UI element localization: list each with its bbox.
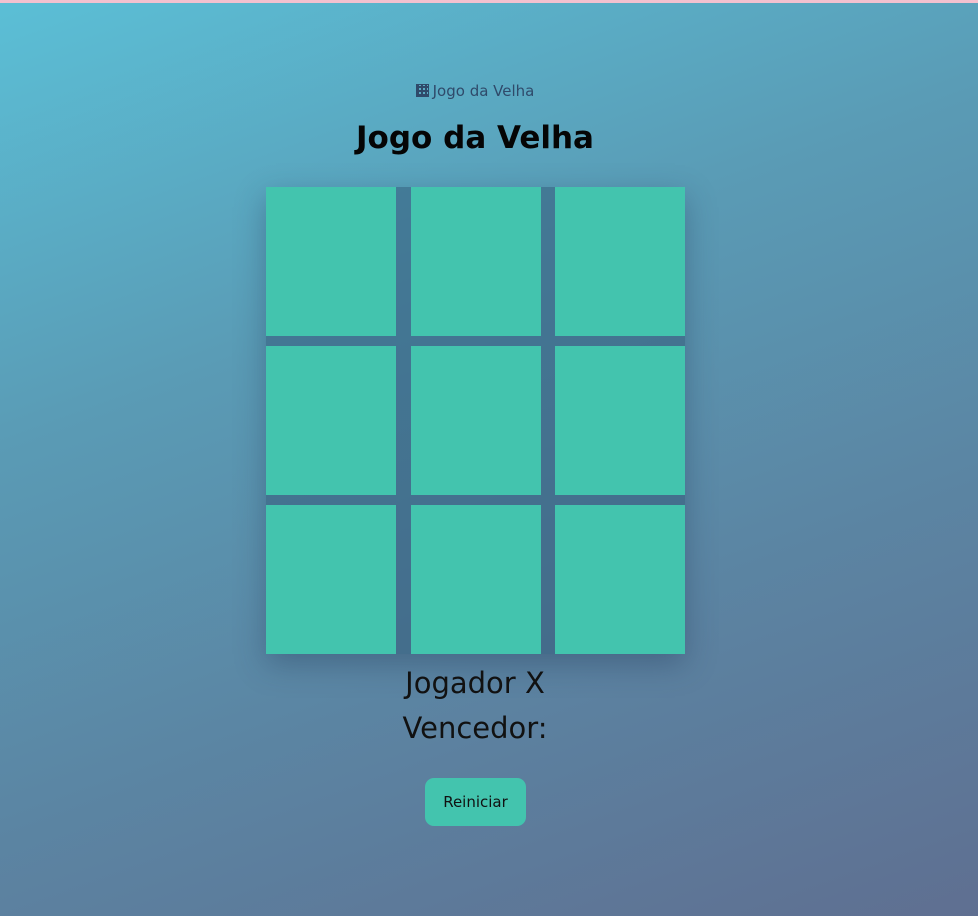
reset-button[interactable]: Reiniciar xyxy=(425,778,526,826)
board-cell-3[interactable] xyxy=(555,187,685,336)
board-cell-5[interactable] xyxy=(410,346,541,495)
game-board xyxy=(266,187,685,654)
top-border xyxy=(0,0,978,3)
page-header-link[interactable]: Jogo da Velha xyxy=(0,82,950,100)
winner-status: Vencedor: xyxy=(402,711,548,745)
current-player-status: Jogador X xyxy=(405,666,545,700)
board-cell-9[interactable] xyxy=(555,505,685,654)
board-cell-4[interactable] xyxy=(266,346,396,495)
board-cell-8[interactable] xyxy=(410,505,541,654)
board-cell-6[interactable] xyxy=(555,346,685,495)
board-cell-2[interactable] xyxy=(410,187,541,336)
board-cell-1[interactable] xyxy=(266,187,396,336)
header-link-text: Jogo da Velha xyxy=(432,82,535,100)
board-icon xyxy=(415,84,429,97)
board-cell-7[interactable] xyxy=(266,505,396,654)
page-title: Jogo da Velha xyxy=(356,120,594,156)
